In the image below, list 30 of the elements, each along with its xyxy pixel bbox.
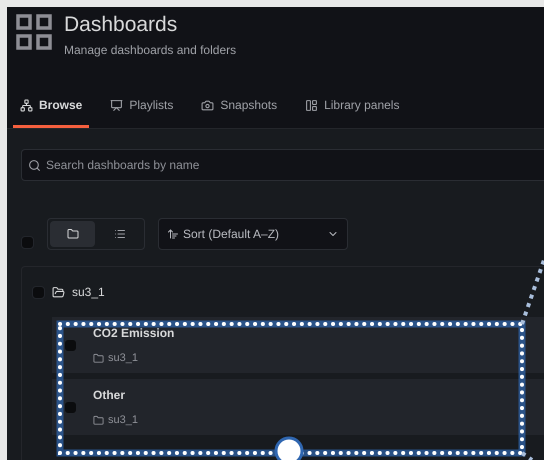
folder-icon [66, 228, 78, 240]
search-field[interactable]: Search dashboards by name [21, 149, 544, 181]
search-icon [28, 159, 41, 172]
dashboard-row[interactable]: Other su3_1 [52, 379, 544, 435]
page-subtitle: Manage dashboards and folders [64, 42, 236, 59]
folder-icon [93, 352, 104, 364]
dashboard-title: CO2 Emission [93, 324, 174, 342]
dashboard-folder: su3_1 [108, 350, 138, 366]
page-title: Dashboards [64, 12, 178, 38]
grid-icon [16, 14, 52, 50]
folder-name[interactable]: su3_1 [72, 283, 105, 301]
dashboard-folder: su3_1 [108, 412, 138, 428]
tab[interactable]: Snapshots [194, 96, 284, 128]
folder-icon [93, 414, 104, 426]
folder-view-button[interactable] [50, 221, 95, 247]
camera-icon [201, 98, 214, 112]
checkbox[interactable] [64, 338, 77, 352]
tab[interactable]: Playlists [103, 96, 180, 128]
sitemap-icon [20, 98, 33, 112]
checkbox[interactable] [64, 400, 77, 414]
dashboard-title: Other [93, 386, 126, 404]
sort-icon [167, 228, 179, 240]
checkbox[interactable] [32, 286, 45, 298]
panels-icon [305, 98, 318, 112]
tab[interactable]: Browse [13, 96, 90, 128]
checkbox[interactable] [21, 236, 34, 249]
folder-open-icon [52, 286, 65, 298]
sort-dropdown[interactable]: Sort (Default A–Z) [158, 218, 348, 250]
tab[interactable]: Library panels [298, 96, 406, 128]
presentation-icon [110, 98, 124, 112]
